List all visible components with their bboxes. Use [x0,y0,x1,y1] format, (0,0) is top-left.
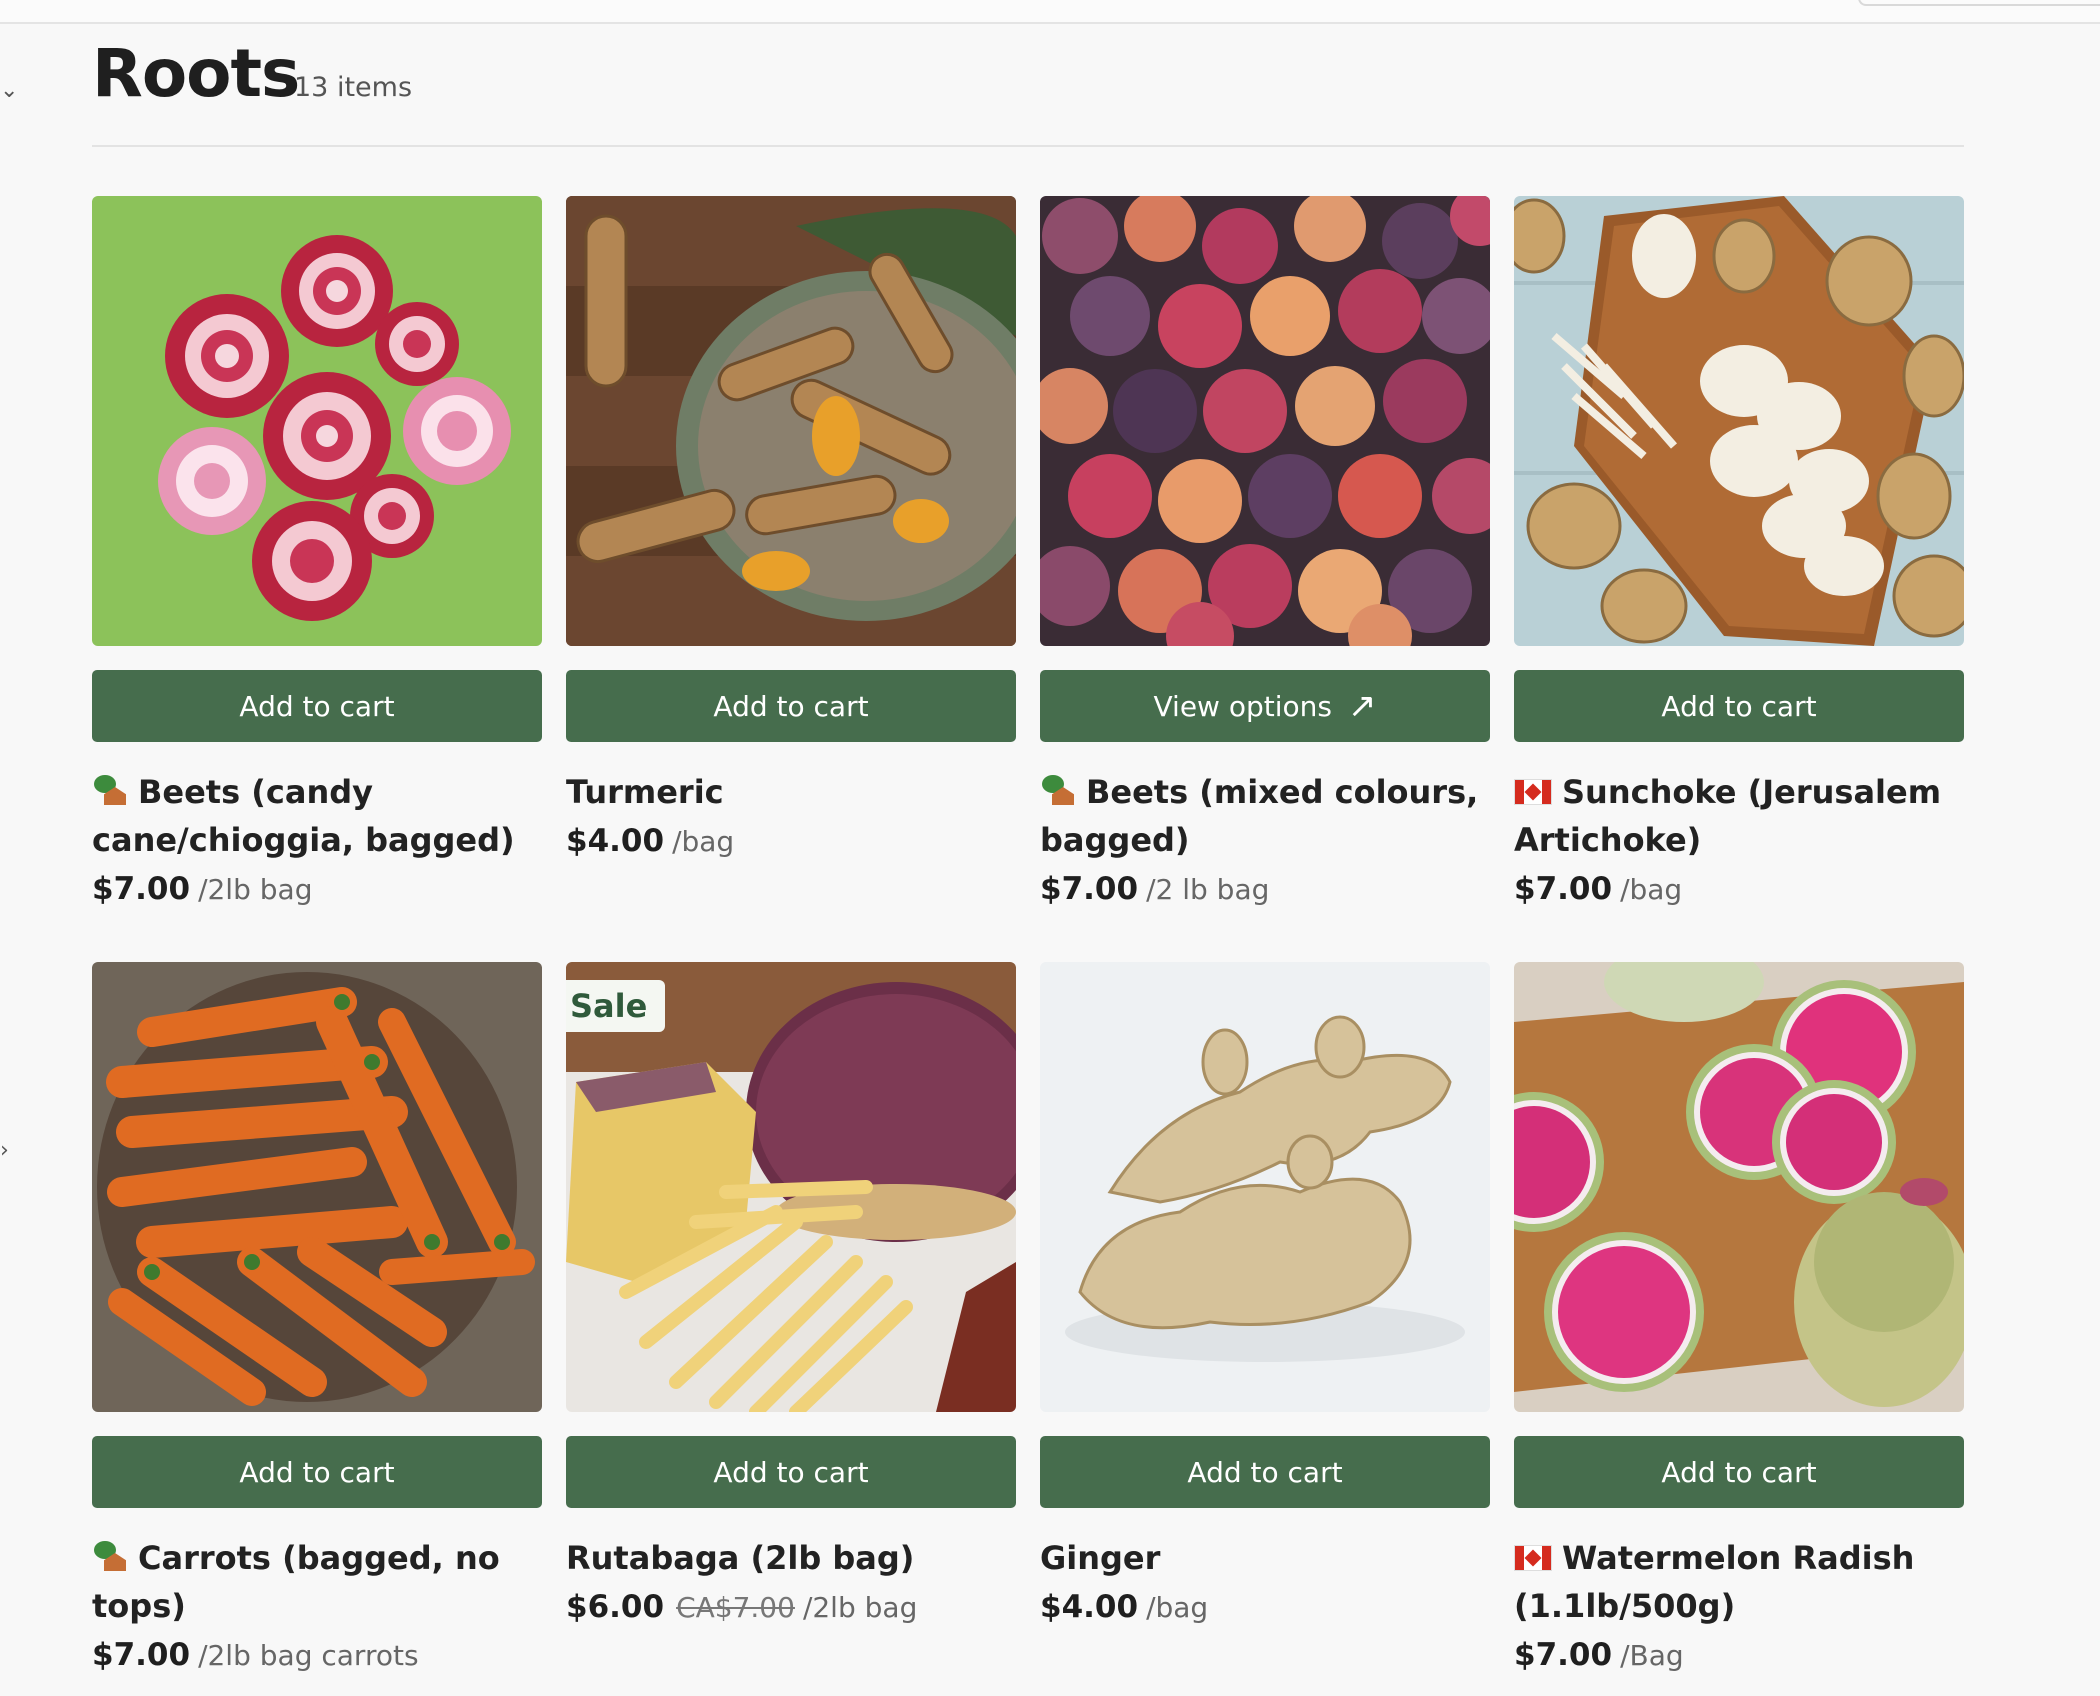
product-card[interactable]: Add to cart Carrots (bagged, no tops) $7… [92,962,542,1679]
add-to-cart-button[interactable]: Add to cart [1514,1436,1964,1508]
unit: /bag [1146,1591,1209,1624]
farm-hut-icon [1040,773,1078,807]
product-name[interactable]: Turmeric [566,768,1016,816]
product-card[interactable]: View options ↗ Beets (mixed colours, bagg… [1040,196,1490,913]
chevron-right-icon[interactable]: › [0,1140,9,1162]
unit: /2 lb bag [1146,873,1270,906]
top-bar-search-edge[interactable] [1858,0,2100,6]
unit: /2lb bag carrots [198,1639,419,1672]
product-name[interactable]: Carrots (bagged, no tops) [92,1534,542,1630]
price-row: $4.00/bag [1040,1584,1490,1631]
add-to-cart-button[interactable]: Add to cart [92,1436,542,1508]
farm-hut-icon [92,1539,130,1573]
canada-flag-icon [1514,779,1552,805]
view-options-button[interactable]: View options ↗ [1040,670,1490,742]
unit: /bag [672,825,735,858]
product-name[interactable]: Watermelon Radish (1.1lb/500g) [1514,1534,1964,1630]
arrow-up-right-icon: ↗ [1347,686,1377,726]
unit: /2lb bag [198,873,313,906]
product-image[interactable] [92,196,542,646]
product-name[interactable]: Beets (candy cane/chioggia, bagged) [92,768,542,864]
product-card[interactable]: Add to cart Watermelon Radish (1.1lb/500… [1514,962,1964,1679]
product-name[interactable]: Beets (mixed colours, bagged) [1040,768,1490,864]
price-row: $6.00 CA$7.00/2lb bag [566,1584,1016,1631]
add-to-cart-button[interactable]: Add to cart [1514,670,1964,742]
section-header: Roots 13 items [92,36,1964,112]
add-to-cart-button[interactable]: Add to cart [566,670,1016,742]
divider [92,145,1964,147]
add-to-cart-button[interactable]: Add to cart [92,670,542,742]
page-title: Roots [92,35,300,112]
price: $4.00 [1040,1589,1139,1625]
farm-hut-icon [92,773,130,807]
price: $7.00 [92,871,191,907]
top-bar [0,0,2100,24]
sale-badge: Sale [566,980,666,1032]
product-name[interactable]: Ginger [1040,1534,1490,1582]
price: $7.00 [1040,871,1139,907]
canada-flag-icon [1514,1545,1552,1571]
product-image[interactable] [92,962,542,1412]
product-card[interactable]: Add to cart Sunchoke (Jerusalem Artichok… [1514,196,1964,913]
price-row: $7.00/Bag [1514,1632,1964,1679]
add-to-cart-button[interactable]: Add to cart [566,1436,1016,1508]
product-card[interactable]: Add to cart Ginger $4.00/bag [1040,962,1490,1631]
product-image[interactable] [1040,196,1490,646]
product-image[interactable] [1040,962,1490,1412]
product-image[interactable] [566,196,1016,646]
product-image[interactable] [1514,196,1964,646]
price: $6.00 [566,1589,665,1625]
product-card[interactable]: Sale Add to cart Rutabaga (2lb bag) $6.0… [566,962,1016,1631]
price: $4.00 [566,823,665,859]
price-row: $7.00/2lb bag [92,866,542,913]
product-image[interactable]: Sale [566,962,1016,1412]
unit: /bag [1620,873,1683,906]
price-row: $7.00/bag [1514,866,1964,913]
product-name[interactable]: Sunchoke (Jerusalem Artichoke) [1514,768,1964,864]
product-card[interactable]: Add to cart Beets (candy cane/chioggia, … [92,196,542,913]
price: $7.00 [1514,871,1613,907]
product-name[interactable]: Rutabaga (2lb bag) [566,1534,1016,1582]
price-row: $7.00/2 lb bag [1040,866,1490,913]
product-image[interactable] [1514,962,1964,1412]
price-row: $4.00/bag [566,818,1016,865]
product-card[interactable]: Add to cart Turmeric $4.00/bag [566,196,1016,865]
unit: /Bag [1620,1639,1684,1672]
item-count: 13 items [294,72,413,103]
chevron-down-icon[interactable]: ⌄ [0,80,18,102]
price-row: $7.00/2lb bag carrots [92,1632,542,1679]
original-price: CA$7.00 [676,1591,795,1624]
unit: /2lb bag [802,1591,918,1624]
price: $7.00 [92,1637,191,1673]
price: $7.00 [1514,1637,1613,1673]
add-to-cart-button[interactable]: Add to cart [1040,1436,1490,1508]
